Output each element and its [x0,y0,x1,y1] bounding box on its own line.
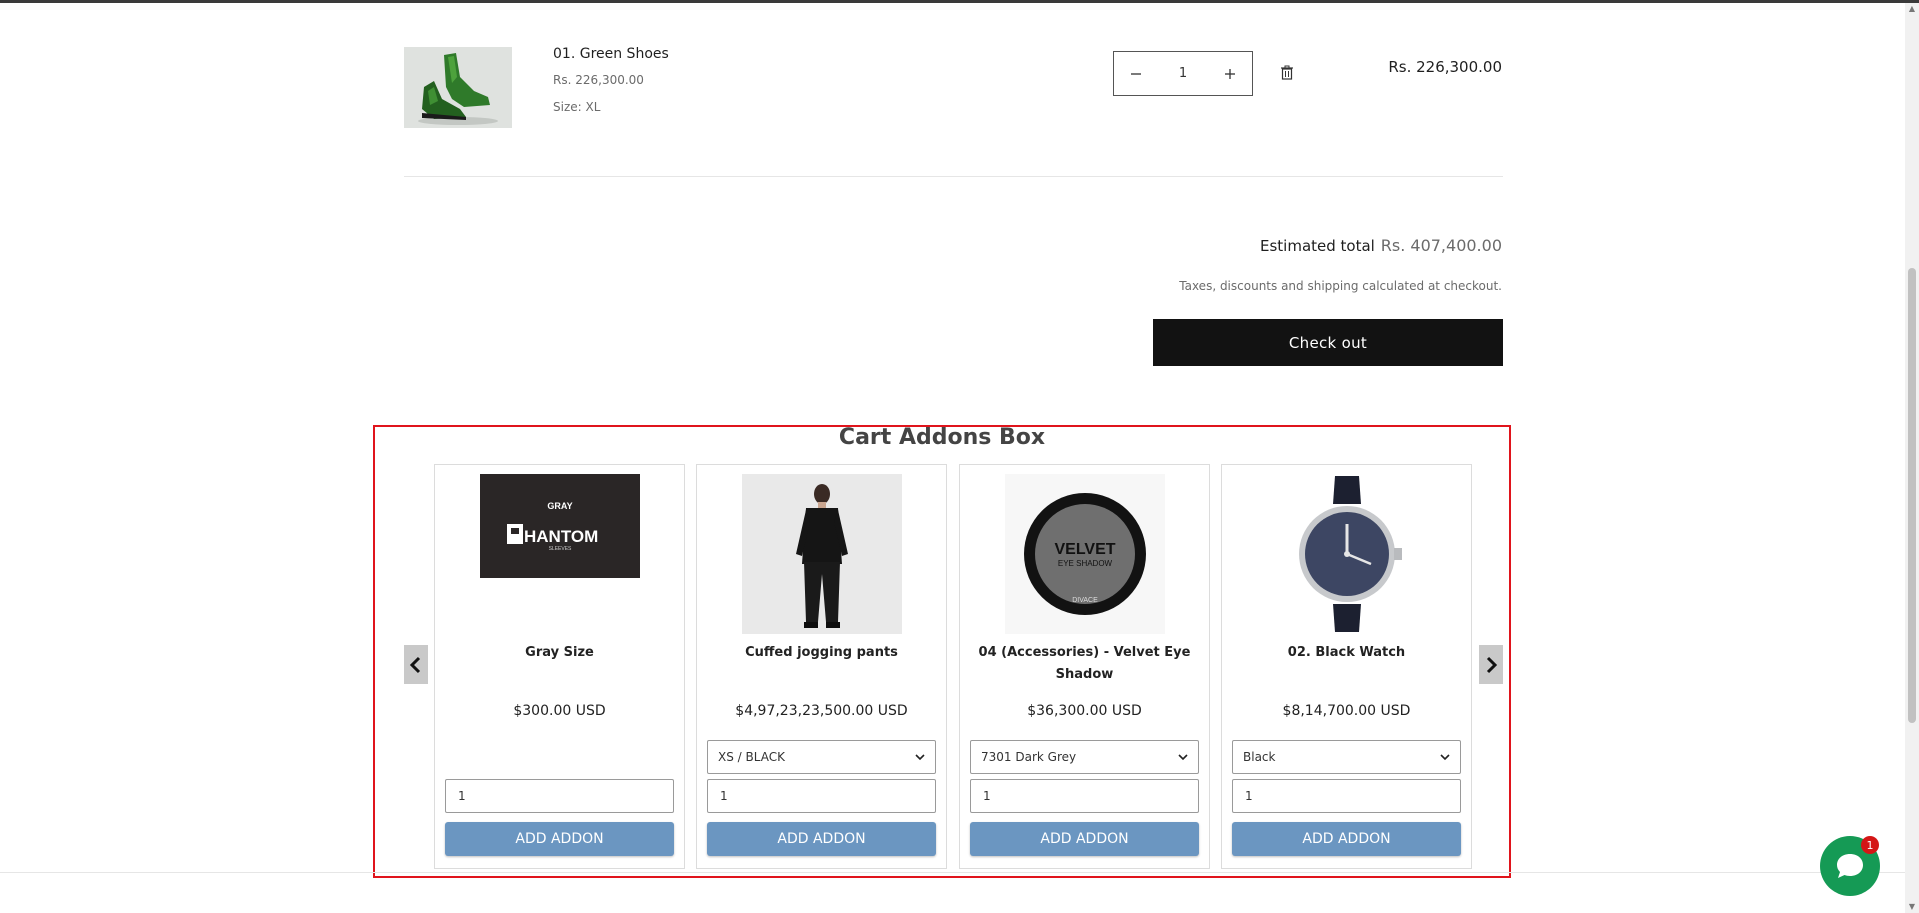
chevron-down-icon [1440,754,1450,761]
plus-icon [1225,68,1235,79]
addon-card: GRAY HANTOM SLEEVES Gray Size $300.00 US… [434,464,685,869]
variant-value: 7301 Dark Grey [981,750,1077,764]
estimated-total-label: Estimated total [1260,237,1375,255]
product-thumbnail[interactable] [404,47,512,128]
green-shoes-image [404,47,512,128]
trash-icon [1281,65,1293,80]
scroll-up-arrow-icon[interactable]: ▲ [1908,5,1916,13]
quantity-input[interactable]: 1 [1158,66,1208,81]
chevron-down-icon [1178,754,1188,761]
phantom-sleeves-logo: GRAY HANTOM SLEEVES [479,474,640,578]
remove-item-button[interactable] [1278,64,1296,82]
scrollbar[interactable]: ▲ ▼ [1905,3,1919,913]
scrollbar-thumb[interactable] [1908,268,1916,723]
addon-title[interactable]: Cuffed jogging pants [707,642,936,664]
top-bar [0,0,1919,3]
addon-quantity-input[interactable]: 1 [445,779,674,813]
footer-divider [0,872,1919,873]
logo-top-text: GRAY [547,501,572,511]
addon-image: VELVET EYE SHADOW DIVACE [1004,474,1165,634]
addon-card: 02. Black Watch $8,14,700.00 USD Black 1… [1221,464,1472,869]
jogging-pants-image [741,474,902,634]
addon-title[interactable]: Gray Size [445,642,674,664]
addon-variant-select[interactable]: Black [1232,740,1461,774]
decrease-quantity-button[interactable] [1114,52,1158,95]
addon-image: GRAY HANTOM SLEEVES [479,474,640,634]
add-addon-button[interactable]: ADD ADDON [445,822,674,856]
addon-variant-select[interactable]: XS / BLACK [707,740,936,774]
cart-item-size: Size: XL [553,100,601,114]
chat-bubble-icon [1837,854,1863,878]
addon-price: $36,300.00 USD [1027,703,1142,719]
chevron-left-icon [409,656,421,673]
chevron-down-icon [915,754,925,761]
cart-item-price: Rs. 226,300.00 [553,73,644,87]
increase-quantity-button[interactable] [1208,52,1252,95]
addon-image [1266,474,1427,634]
logo-main-text: HANTOM [524,527,598,546]
eye-shadow-image: VELVET EYE SHADOW DIVACE [1004,474,1165,634]
estimated-total-value: Rs. 407,400.00 [1380,236,1502,255]
add-addon-button[interactable]: ADD ADDON [1232,822,1461,856]
addon-price: $300.00 USD [513,703,606,719]
addon-card: VELVET EYE SHADOW DIVACE 04 (Accessories… [959,464,1210,869]
addons-title: Cart Addons Box [838,425,1046,450]
chevron-right-icon [1486,656,1498,673]
addon-variant-select[interactable]: 7301 Dark Grey [970,740,1199,774]
addon-quantity-input[interactable]: 1 [1232,779,1461,813]
product-label-main: VELVET [1054,541,1115,558]
scroll-down-arrow-icon[interactable]: ▼ [1908,903,1916,911]
cart-addons-box: Cart Addons Box GRAY HANTOM SLEEVES Gray… [373,425,1511,878]
cart-item-name[interactable]: 01. Green Shoes [553,46,669,62]
addon-quantity-input[interactable]: 1 [970,779,1199,813]
addon-quantity-input[interactable]: 1 [707,779,936,813]
addon-price: $4,97,23,23,500.00 USD [735,703,908,719]
carousel-next-button[interactable] [1479,645,1503,684]
product-label-brand: DIVACE [1072,597,1098,604]
add-addon-button[interactable]: ADD ADDON [707,822,936,856]
divider [404,176,1503,177]
product-label-sub: EYE SHADOW [1057,559,1112,568]
variant-value: XS / BLACK [718,750,785,764]
addon-price: $8,14,700.00 USD [1282,703,1411,719]
line-total: Rs. 226,300.00 [1388,58,1502,76]
addon-title[interactable]: 02. Black Watch [1232,642,1461,664]
black-watch-image [1266,474,1427,634]
addon-card: Cuffed jogging pants $4,97,23,23,500.00 … [696,464,947,869]
minus-icon [1131,72,1141,75]
variant-value: Black [1243,750,1276,764]
checkout-button[interactable]: Check out [1153,319,1503,366]
logo-sub-text: SLEEVES [548,546,571,552]
addon-image [741,474,902,634]
carousel-prev-button[interactable] [404,645,428,684]
addon-title[interactable]: 04 (Accessories) - Velvet Eye Shadow [970,642,1199,686]
quantity-stepper: 1 [1113,51,1253,96]
tax-note: Taxes, discounts and shipping calculated… [1179,279,1502,293]
add-addon-button[interactable]: ADD ADDON [970,822,1199,856]
chat-notification-badge: 1 [1861,836,1879,854]
